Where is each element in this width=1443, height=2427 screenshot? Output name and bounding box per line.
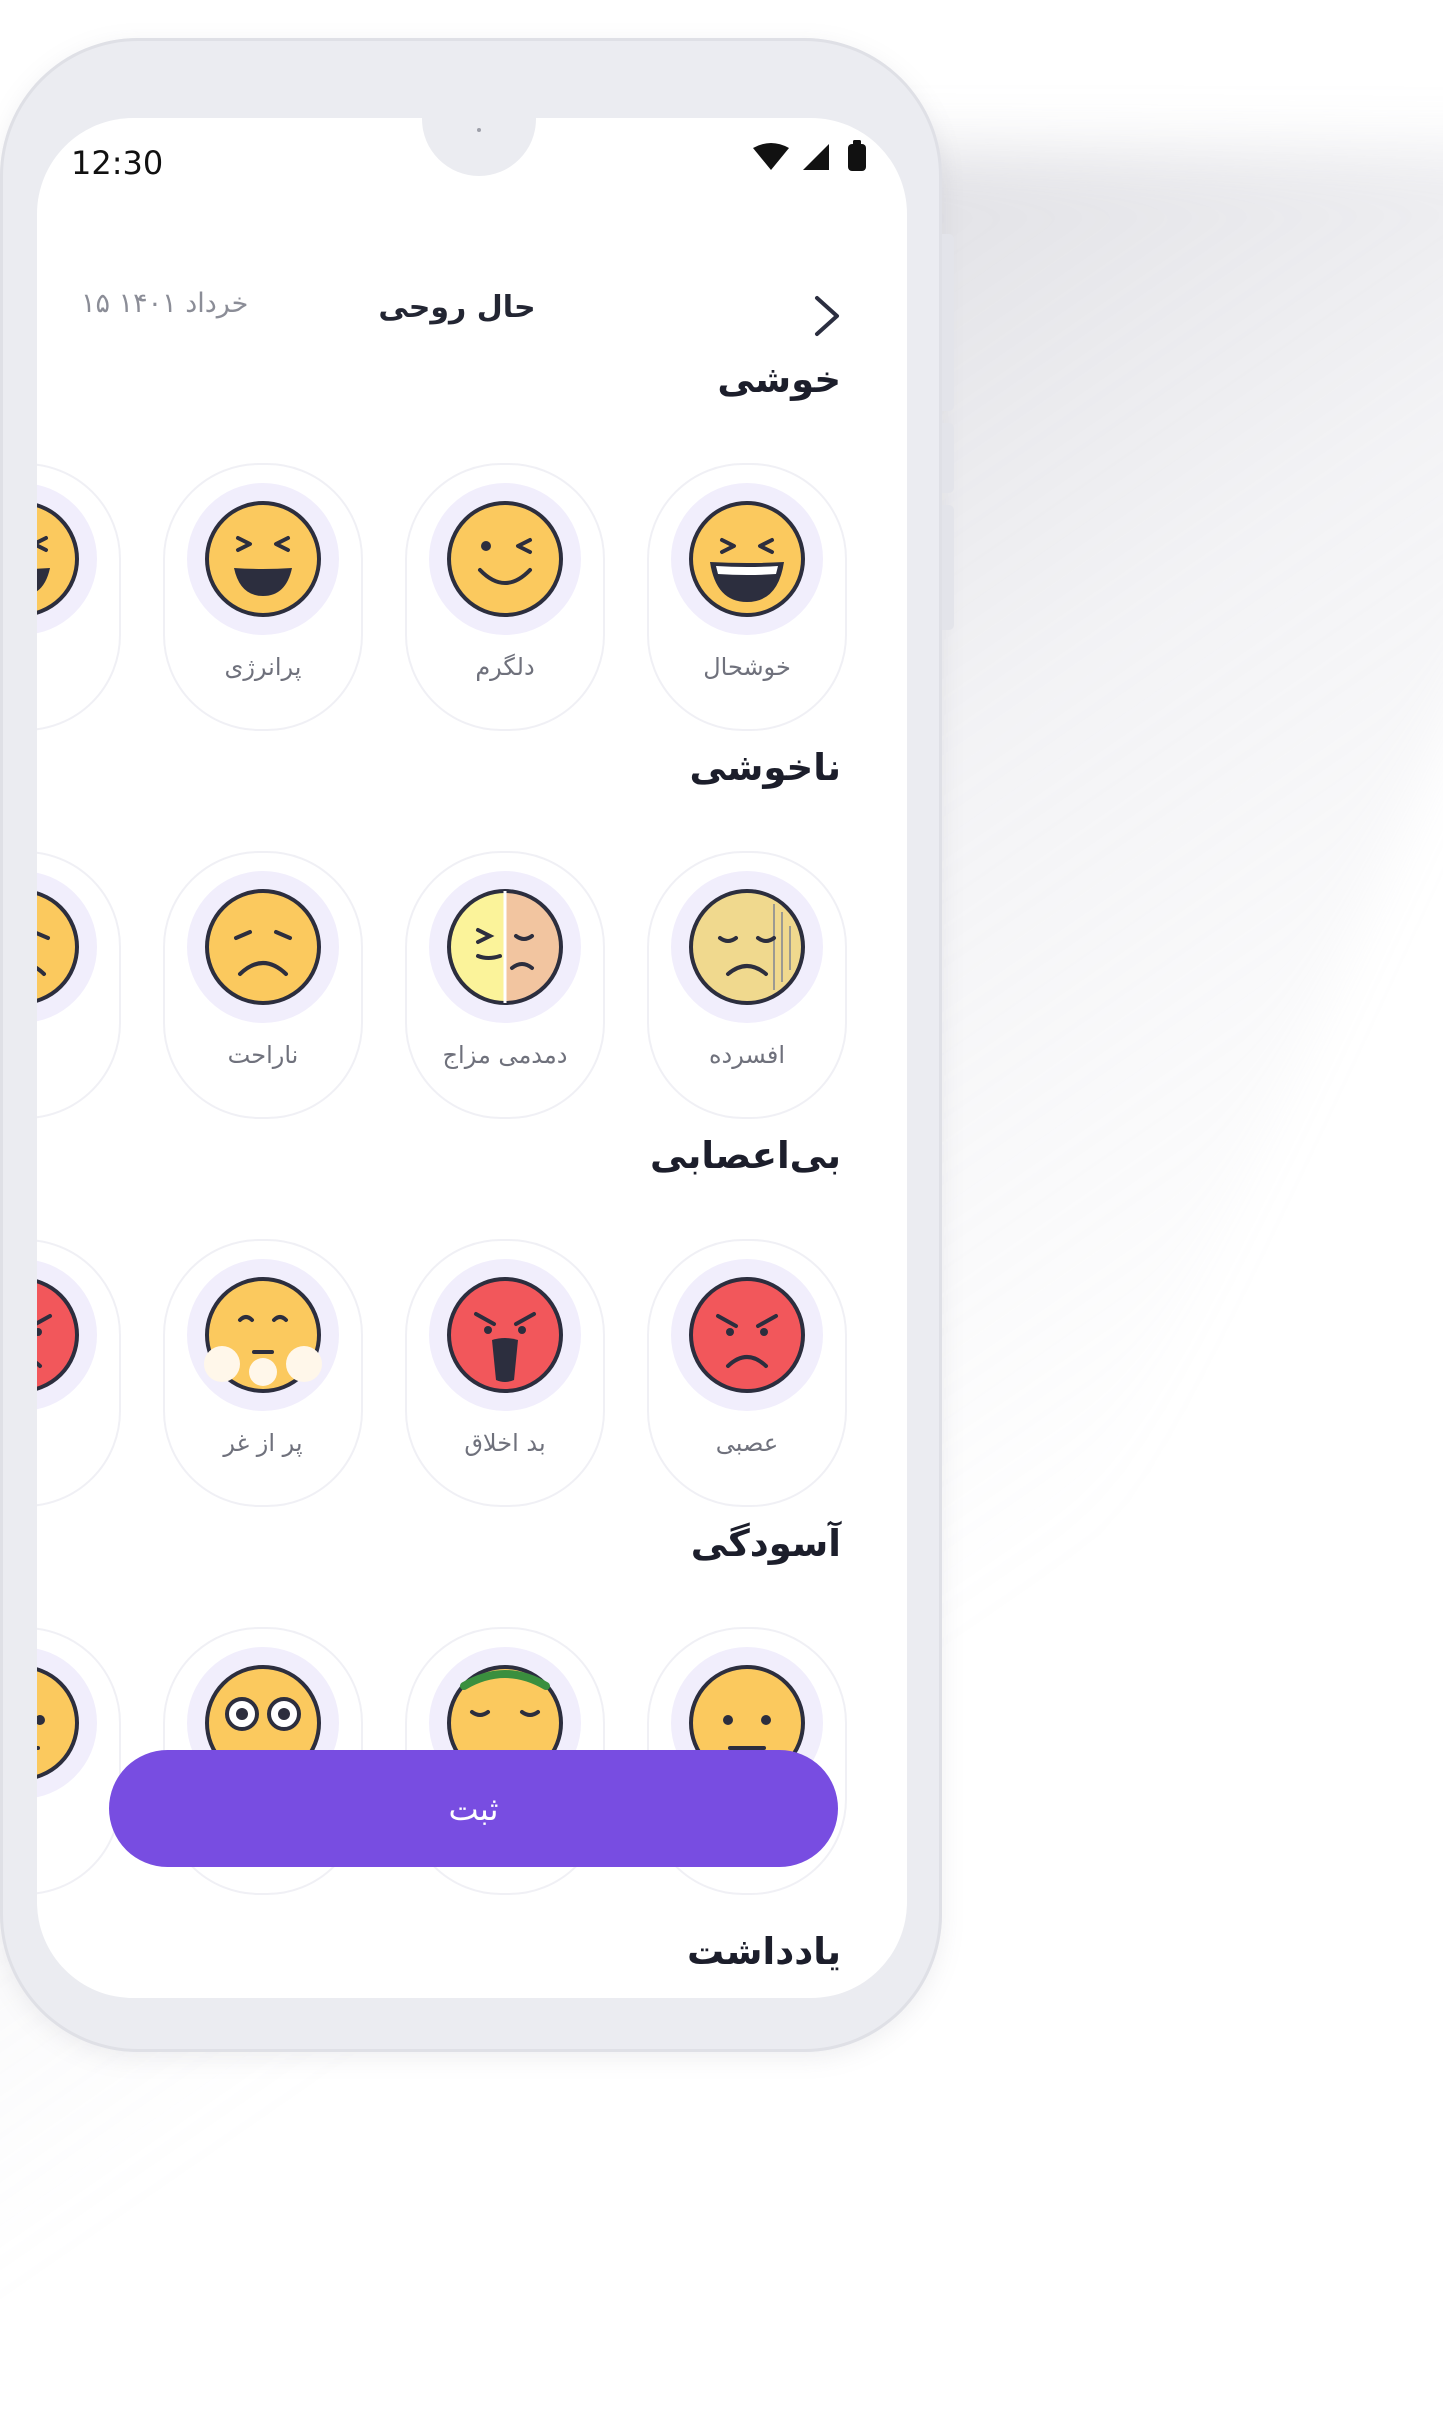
mood-card[interactable]: ـ bbox=[37, 1239, 121, 1507]
wifi-icon bbox=[753, 143, 789, 170]
mood-card[interactable]: خوشحال bbox=[647, 463, 847, 731]
header-date: ۱۵ خرداد ۱۴۰۱ bbox=[81, 288, 249, 319]
mood-label: دمدمی مزاج bbox=[442, 1041, 568, 1069]
mood-card[interactable]: عصبی bbox=[647, 1239, 847, 1507]
mood-card[interactable]: ـ bbox=[37, 851, 121, 1119]
mood-card[interactable] bbox=[37, 1627, 121, 1895]
chevron-right-icon bbox=[815, 296, 839, 336]
mood-card[interactable]: پرانرژی bbox=[163, 463, 363, 731]
status-time: 12:30 bbox=[71, 144, 164, 182]
sad-face-icon bbox=[37, 891, 79, 1003]
mood-label: پر از غر bbox=[223, 1429, 303, 1457]
excited-face-icon bbox=[37, 503, 79, 615]
mood-label: عصبی bbox=[715, 1429, 779, 1457]
mood-card[interactable]: هیـ bbox=[37, 463, 121, 731]
section-title: خوشی bbox=[717, 358, 841, 401]
mood-label: افسرده bbox=[708, 1041, 786, 1069]
section-title: ناخوشی bbox=[689, 746, 841, 789]
wink-face-icon bbox=[447, 501, 563, 617]
mood-card[interactable]: دمدمی مزاج bbox=[405, 851, 605, 1119]
steam-face-icon bbox=[204, 1277, 322, 1393]
phone-frame: 12:30 ۱۵ خرداد ۱۴۰۱ حال روحی خوشی خوشحال د… bbox=[0, 38, 954, 2052]
section-title: آسودگی bbox=[690, 1522, 841, 1565]
mood-card[interactable]: ناراحت bbox=[163, 851, 363, 1119]
mood-card[interactable]: بد اخلاق bbox=[405, 1239, 605, 1507]
notes-title: یادداشت bbox=[687, 1930, 841, 1973]
mood-label: ـ bbox=[37, 1041, 119, 1069]
grumpy-face-icon bbox=[447, 1277, 563, 1393]
mood-label: خوشحال bbox=[703, 653, 791, 681]
status-icons bbox=[751, 140, 875, 180]
volume-up-button bbox=[942, 234, 954, 411]
sad-face-icon bbox=[205, 889, 321, 1005]
mood-label: ناراحت bbox=[227, 1041, 299, 1069]
camera-notch bbox=[422, 118, 536, 176]
volume-down-button bbox=[942, 423, 954, 493]
mood-card[interactable]: افسرده bbox=[647, 851, 847, 1119]
back-button[interactable] bbox=[797, 278, 857, 354]
mood-label: پرانرژی bbox=[224, 653, 302, 681]
depressed-face-icon bbox=[689, 889, 805, 1005]
power-button bbox=[942, 505, 954, 630]
submit-button[interactable]: ثبت bbox=[109, 1750, 838, 1867]
signal-icon bbox=[803, 144, 829, 170]
laughing-face-icon bbox=[689, 501, 805, 617]
calm-face-icon bbox=[37, 1667, 79, 1779]
mood-label: دلگرم bbox=[475, 653, 535, 681]
excited-face-icon bbox=[205, 501, 321, 617]
mood-card[interactable]: دلگرم bbox=[405, 463, 605, 731]
mood-label: هیـ bbox=[37, 653, 119, 681]
battery-icon bbox=[848, 140, 866, 171]
app-screen: 12:30 ۱۵ خرداد ۱۴۰۱ حال روحی خوشی خوشحال د… bbox=[37, 118, 907, 1998]
mood-label: ـ bbox=[37, 1429, 119, 1457]
page-title: حال روحی bbox=[378, 290, 536, 325]
section-title: بی‌اعصابی bbox=[650, 1134, 841, 1177]
mood-label: بد اخلاق bbox=[464, 1429, 546, 1457]
angry-face-icon bbox=[37, 1279, 79, 1391]
moody-face-icon bbox=[447, 889, 563, 1005]
camera-dot bbox=[477, 128, 481, 132]
mood-card[interactable]: پر از غر bbox=[163, 1239, 363, 1507]
angry-face-icon bbox=[689, 1277, 805, 1393]
